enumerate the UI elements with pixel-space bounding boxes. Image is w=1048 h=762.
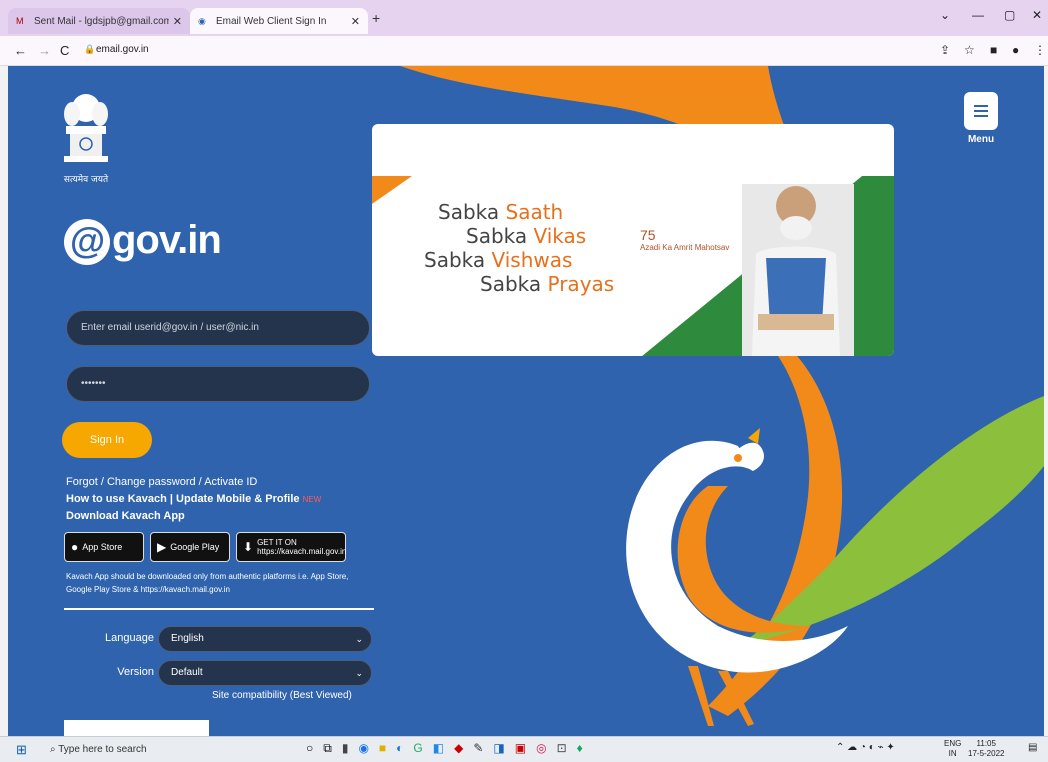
tab-sent-mail[interactable]: M Sent Mail - lgdsjpb@gmail.com ✕ bbox=[8, 8, 190, 34]
bookmark-star-icon[interactable]: ☆ bbox=[964, 43, 975, 57]
tab-label: Sent Mail - lgdsjpb@gmail.com bbox=[34, 15, 169, 27]
version-select[interactable]: Default ⌄ bbox=[158, 660, 372, 686]
google-icon[interactable]: G bbox=[413, 741, 422, 756]
update-mobile-link[interactable]: | Update Mobile & Profile bbox=[170, 493, 300, 505]
logo-at-symbol: @ bbox=[64, 219, 110, 266]
office-icon[interactable]: ◎ bbox=[536, 741, 546, 756]
file-explorer-icon[interactable]: ■ bbox=[379, 741, 386, 756]
google-play-badge[interactable]: ▶ Google Play bbox=[150, 532, 230, 562]
tab-search-icon[interactable]: ⌄ bbox=[940, 8, 950, 22]
azadi-logo: 75 Azadi Ka Amrit Mahotsav bbox=[640, 227, 730, 252]
hamburger-icon bbox=[974, 105, 988, 107]
slogan-line-2: Sabka Vikas bbox=[466, 224, 587, 248]
close-tab-icon[interactable]: ✕ bbox=[173, 15, 182, 28]
help-links: Forgot / Change password / Activate ID H… bbox=[66, 474, 321, 525]
email-input[interactable]: Enter email userid@gov.in / user@nic.in bbox=[66, 310, 370, 346]
menu-label: Menu bbox=[967, 134, 995, 145]
logo-text: gov.in bbox=[112, 218, 222, 262]
app-icon[interactable]: ♦ bbox=[577, 741, 583, 756]
download-icon: ⬇ bbox=[243, 540, 254, 554]
windows-taskbar: ⊞ ⌕ Type here to search ○ ⧉ ▮ ◉ ■ ◐ G ◧ … bbox=[0, 736, 1048, 762]
notification-icon[interactable]: ▤ bbox=[1028, 742, 1037, 753]
more-options-icon[interactable]: ⋮ bbox=[1034, 43, 1046, 57]
taskbar-apps: ○ ⧉ ▮ ◉ ■ ◐ G ◧ ◆ ✎ ◨ ▣ ◎ ⊡ ♦ bbox=[306, 741, 583, 756]
app-icon[interactable]: ✎ bbox=[473, 741, 483, 756]
download-kavach-link[interactable]: Download Kavach App bbox=[66, 510, 185, 522]
store-badges: ● App Store ▶ Google Play ⬇ GET IT ON ht… bbox=[64, 532, 346, 562]
kavach-web-badge[interactable]: ⬇ GET IT ON https://kavach.mail.gov.in bbox=[236, 532, 346, 562]
gov-in-logo: @ gov.in bbox=[64, 218, 222, 266]
system-tray-icons[interactable]: ⌃ ☁ ◔ ◐ ⌁ ✦ bbox=[836, 742, 895, 753]
login-page: सत्यमेव जयते @ gov.in Enter email userid@… bbox=[8, 66, 1044, 736]
maximize-button[interactable]: ▢ bbox=[1004, 8, 1015, 22]
how-to-use-kavach-link[interactable]: How to use Kavach bbox=[66, 493, 167, 505]
profile-icon[interactable]: ● bbox=[1012, 43, 1019, 57]
address-bar: ← → C 🔒 email.gov.in ⇪ ☆ ■ ● ⋮ bbox=[0, 36, 1048, 66]
kavach-web-label: GET IT ON https://kavach.mail.gov.in bbox=[257, 538, 347, 556]
forward-button[interactable]: → bbox=[38, 43, 51, 58]
lock-icon[interactable]: 🔒 bbox=[84, 44, 95, 55]
chevron-down-icon: ⌄ bbox=[355, 668, 363, 678]
edge-icon[interactable]: ◐ bbox=[396, 741, 403, 756]
chrome-icon[interactable]: ◉ bbox=[358, 741, 368, 756]
slogan-line-3: Sabka Vishwas bbox=[424, 248, 573, 272]
taskbar-search[interactable]: ⌕ Type here to search bbox=[44, 740, 244, 760]
app-icon[interactable]: ◆ bbox=[454, 741, 463, 756]
browser-tab-strip: M Sent Mail - lgdsjpb@gmail.com ✕ ◉ Emai… bbox=[0, 0, 1048, 36]
play-icon: ▶ bbox=[157, 540, 167, 554]
app-icon[interactable]: ⊡ bbox=[557, 741, 567, 756]
extension-icon[interactable]: ■ bbox=[990, 43, 997, 57]
emblem-icon bbox=[64, 94, 108, 162]
start-button[interactable]: ⊞ bbox=[16, 742, 27, 758]
language-value: English bbox=[171, 633, 204, 644]
national-emblem: सत्यमेव जयते bbox=[58, 88, 114, 188]
emblem-motto: सत्यमेव जयते bbox=[63, 175, 109, 185]
version-value: Default bbox=[171, 667, 203, 678]
app-store-badge[interactable]: ● App Store bbox=[64, 532, 144, 562]
close-tab-icon[interactable]: ✕ bbox=[351, 15, 360, 28]
apple-icon: ● bbox=[71, 540, 79, 554]
divider bbox=[64, 608, 374, 610]
slogan-line-4: Sabka Prayas bbox=[480, 272, 615, 296]
language-indicator[interactable]: ENG IN bbox=[944, 739, 961, 759]
app-icon[interactable]: ◨ bbox=[493, 741, 504, 756]
mail-icon: M bbox=[16, 16, 24, 26]
gov-icon: ◉ bbox=[198, 16, 206, 26]
language-label: Language bbox=[105, 632, 154, 644]
tab-email-sign-in[interactable]: ◉ Email Web Client Sign In ✕ bbox=[190, 8, 368, 34]
app-store-label: App Store bbox=[82, 542, 123, 552]
app-icon[interactable]: ▣ bbox=[515, 741, 526, 756]
language-select[interactable]: English ⌄ bbox=[158, 626, 372, 652]
url-field[interactable]: email.gov.in bbox=[96, 44, 149, 55]
chevron-down-icon: ⌄ bbox=[355, 634, 363, 644]
app-icon[interactable]: ▮ bbox=[342, 741, 349, 756]
tab-label: Email Web Client Sign In bbox=[216, 15, 327, 27]
version-label: Version bbox=[117, 666, 154, 678]
task-view-icon[interactable]: ⧉ bbox=[323, 741, 332, 756]
new-badge: NEW bbox=[302, 495, 322, 504]
promo-banner: Sabka Saath Sabka Vikas Sabka Vishwas Sa… bbox=[372, 124, 894, 356]
clock[interactable]: 11:05 17-5-2022 bbox=[968, 739, 1004, 759]
slogan-line-1: Sabka Saath bbox=[438, 200, 564, 224]
sign-in-button[interactable]: Sign In bbox=[62, 422, 152, 458]
app-icon[interactable]: ◧ bbox=[433, 741, 444, 756]
share-icon[interactable]: ⇪ bbox=[940, 43, 950, 57]
site-compatibility-link[interactable]: Site compatibility (Best Viewed) bbox=[212, 690, 352, 701]
kavach-notice: Kavach App should be downloaded only fro… bbox=[66, 572, 349, 594]
new-tab-button[interactable]: + bbox=[372, 10, 380, 26]
back-button[interactable]: ← bbox=[14, 43, 27, 58]
reload-button[interactable]: C bbox=[60, 43, 69, 58]
google-play-label: Google Play bbox=[170, 542, 220, 552]
close-window-button[interactable]: ✕ bbox=[1032, 8, 1042, 22]
banner-graphic bbox=[372, 176, 894, 356]
cortana-icon[interactable]: ○ bbox=[306, 741, 313, 756]
footer-panel bbox=[64, 720, 209, 736]
forgot-password-link[interactable]: Forgot / Change password / Activate ID bbox=[66, 474, 321, 491]
menu-button[interactable] bbox=[964, 92, 998, 130]
password-input[interactable]: ••••••• bbox=[66, 366, 370, 402]
minimize-button[interactable]: — bbox=[972, 8, 984, 22]
